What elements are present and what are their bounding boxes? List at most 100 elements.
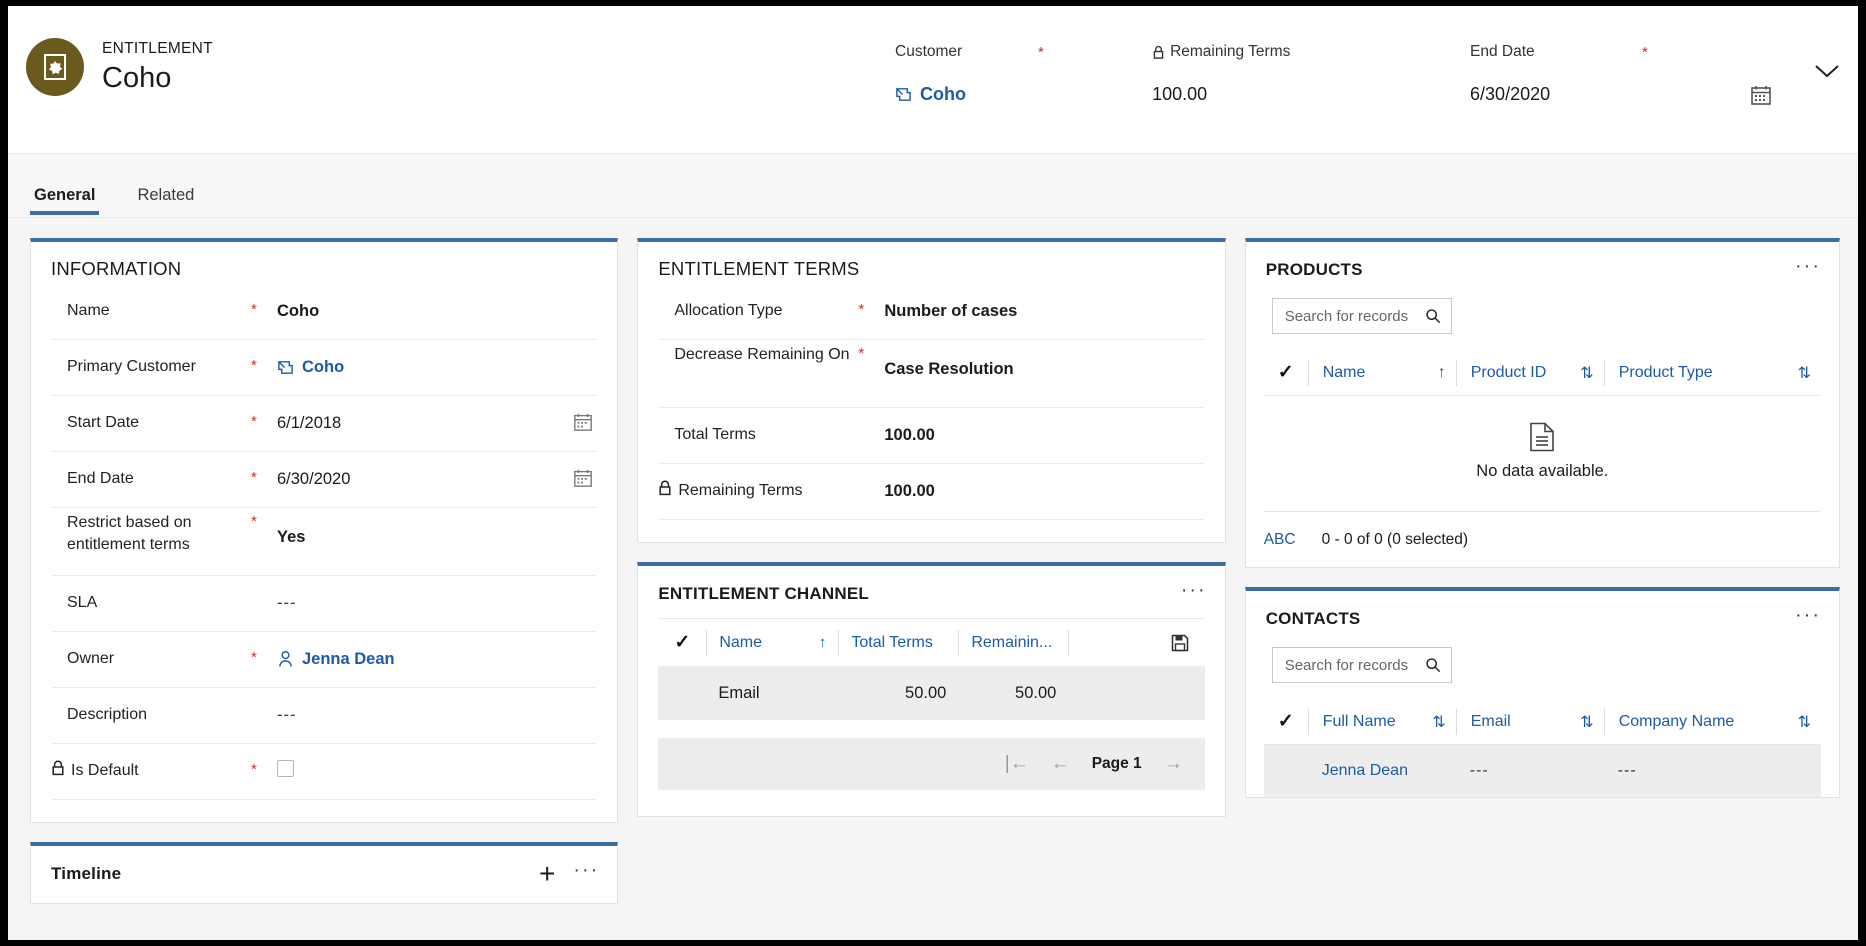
start-date-calendar-button[interactable] [573, 412, 597, 437]
primary-customer-link[interactable]: Coho [302, 356, 344, 378]
products-record-count: 0 - 0 of 0 (0 selected) [1321, 530, 1469, 548]
field-value-name[interactable]: Coho [277, 300, 597, 322]
column-header-remaining[interactable]: Remainin... [958, 629, 1068, 656]
entitlement-channel-card: ENTITLEMENT CHANNEL ··· ✓ Name ↑ Total T… [637, 562, 1226, 817]
cell-full-name[interactable]: Jenna Dean [1308, 762, 1456, 780]
select-all-checkmark[interactable]: ✓ [658, 631, 706, 654]
field-required-remaining-terms [858, 480, 884, 481]
field-value-primary-customer[interactable]: Coho [277, 356, 597, 378]
information-card-title: INFORMATION [51, 258, 182, 279]
field-label-remaining-terms: Remaining Terms [658, 480, 858, 502]
contacts-column-company-name[interactable]: Company Name ⇅ [1603, 708, 1821, 735]
expand-header-button[interactable] [1812, 62, 1842, 85]
field-required-name: * [251, 301, 257, 318]
field-value-end-date[interactable]: 6/30/2020 [277, 468, 573, 490]
sort-both-icon: ⇅ [1797, 364, 1811, 382]
field-label-is-default-text: Is Default [71, 762, 139, 779]
field-required-total-terms [858, 424, 884, 425]
products-column-product-id-label: Product ID [1470, 363, 1547, 381]
table-row[interactable]: Email 50.00 50.00 [658, 666, 1205, 720]
tab-related[interactable]: Related [133, 186, 198, 217]
field-value-owner[interactable]: Jenna Dean [277, 648, 597, 670]
entitlement-icon [44, 54, 66, 80]
field-required-owner: * [251, 649, 257, 666]
field-value-allocation-type[interactable]: Number of cases [884, 300, 1204, 322]
field-value-start-date[interactable]: 6/1/2018 [277, 412, 573, 434]
header-customer-value[interactable]: Coho [863, 84, 1152, 105]
grid-header-spacer [1068, 629, 1154, 656]
is-default-checkbox[interactable] [277, 760, 294, 777]
search-icon[interactable] [1425, 308, 1441, 324]
products-column-name[interactable]: Name ↑ [1307, 359, 1456, 386]
header-customer-link[interactable]: Coho [920, 84, 966, 105]
header-field-remaining-terms: Remaining Terms 100.00 [1152, 42, 1470, 105]
products-grid-header: ✓ Name ↑ Product ID ⇅ Product Type ⇅ [1263, 350, 1821, 396]
products-panel-footer: ABC 0 - 0 of 0 (0 selected) [1263, 511, 1821, 567]
save-icon [1171, 634, 1188, 651]
pager-next-button[interactable]: → [1164, 753, 1183, 775]
field-value-description[interactable]: --- [277, 704, 597, 726]
contacts-column-email-label: Email [1470, 712, 1511, 730]
field-value-total-terms[interactable]: 100.00 [884, 424, 1204, 446]
cell-company-name: --- [1617, 762, 1637, 779]
contacts-search-box[interactable] [1271, 647, 1452, 683]
field-required-is-default: * [251, 761, 257, 778]
end-date-calendar-button[interactable] [573, 468, 597, 493]
field-label-total-terms: Total Terms [674, 426, 756, 443]
column-header-total-terms[interactable]: Total Terms [838, 629, 958, 656]
products-search-input[interactable] [1284, 307, 1419, 325]
header-enddate-value[interactable]: 6/30/2020 [1470, 84, 1788, 105]
header-calendar-button[interactable] [1750, 84, 1772, 111]
field-value-sla[interactable]: --- [277, 592, 597, 614]
lock-icon [1153, 45, 1164, 59]
field-label-restrict: Restrict based on entitlement terms [67, 514, 192, 553]
pager-page-label: Page 1 [1091, 755, 1142, 772]
products-select-all-checkmark[interactable]: ✓ [1264, 361, 1308, 384]
contacts-column-email[interactable]: Email ⇅ [1455, 708, 1604, 735]
entitlement-channel-pager: |← ← Page 1 → [658, 738, 1205, 790]
calendar-icon [574, 469, 593, 487]
cell-email: --- [1469, 762, 1489, 779]
pager-prev-button[interactable]: ← [1051, 753, 1070, 775]
header-identity: ENTITLEMENT Coho [8, 6, 213, 96]
search-icon[interactable] [1425, 657, 1441, 673]
page-title: Coho [102, 61, 172, 94]
field-value-restrict[interactable]: Yes [277, 512, 597, 548]
contacts-search-input[interactable] [1284, 656, 1419, 674]
field-required-description [251, 704, 277, 705]
table-row[interactable]: Jenna Dean --- --- [1263, 745, 1821, 797]
products-column-product-type[interactable]: Product Type ⇅ [1603, 359, 1821, 386]
field-label-decrease-remaining-on: Decrease Remaining On [674, 346, 850, 363]
column-header-name[interactable]: Name ↑ [706, 629, 838, 656]
tab-general[interactable]: General [30, 186, 100, 217]
pager-first-button[interactable]: |← [1005, 753, 1029, 775]
entitlement-channel-bottom-spacer [638, 790, 1224, 816]
products-column-product-id[interactable]: Product ID ⇅ [1455, 359, 1604, 386]
timeline-card-title: Timeline [51, 864, 122, 883]
field-row-allocation-type: Allocation Type * Number of cases [658, 284, 1205, 340]
field-label-end-date: End Date [67, 470, 134, 487]
contacts-column-full-name[interactable]: Full Name ⇅ [1307, 708, 1456, 735]
contacts-more-button[interactable]: ··· [1795, 605, 1821, 625]
field-row-description: Description --- [51, 688, 598, 744]
contacts-select-all-checkmark[interactable]: ✓ [1264, 710, 1308, 733]
save-grid-button[interactable] [1155, 634, 1205, 652]
calendar-icon [1751, 86, 1771, 105]
timeline-add-button[interactable]: + [539, 860, 555, 888]
owner-link[interactable]: Jenna Dean [302, 648, 395, 670]
timeline-card: Timeline + ··· [30, 842, 619, 904]
column-header-remaining-label: Remainin... [971, 633, 1053, 651]
entitlement-terms-title: ENTITLEMENT TERMS [658, 258, 860, 279]
sort-both-icon: ⇅ [1797, 713, 1811, 731]
calendar-icon [574, 413, 593, 431]
products-more-button[interactable]: ··· [1795, 256, 1821, 276]
cell-name: Email [718, 683, 760, 702]
timeline-more-button[interactable]: ··· [573, 860, 599, 880]
products-search-box[interactable] [1271, 298, 1452, 334]
products-panel: PRODUCTS ··· ✓ Name ↑ Pro [1244, 238, 1840, 568]
products-abc-filter-link[interactable]: ABC [1264, 531, 1296, 549]
field-required-sla [251, 592, 277, 593]
field-value-decrease-remaining-on[interactable]: Case Resolution [884, 344, 1204, 380]
entitlement-channel-more-button[interactable]: ··· [1181, 580, 1207, 600]
entitlement-channel-grid-header: ✓ Name ↑ Total Terms Remainin... [658, 618, 1205, 666]
